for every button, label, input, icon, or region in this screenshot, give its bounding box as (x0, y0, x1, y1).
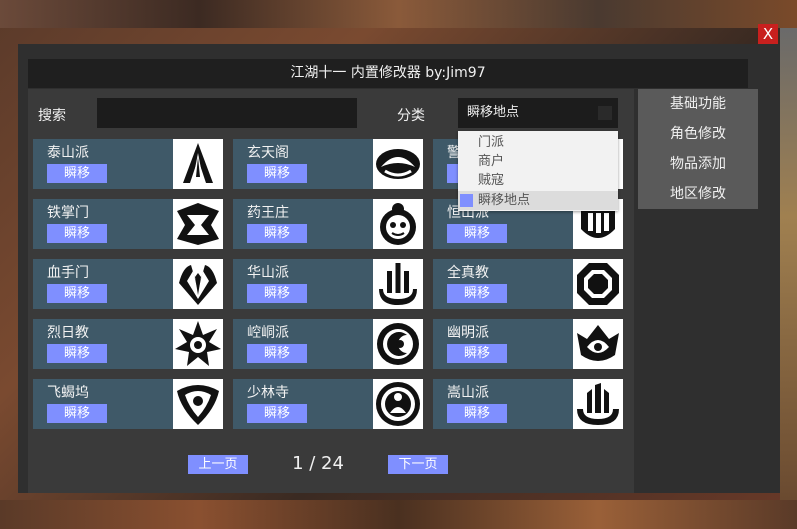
teleport-button[interactable]: 瞬移 (47, 344, 107, 363)
selected-check-icon (460, 194, 473, 207)
huashan-emblem-icon (373, 259, 423, 309)
teleport-button[interactable]: 瞬移 (447, 284, 507, 303)
teleport-button[interactable]: 瞬移 (247, 224, 307, 243)
location-card: 崆峒派 瞬移 (233, 319, 423, 369)
teleport-button[interactable]: 瞬移 (247, 404, 307, 423)
category-dropdown: 门派 商户 贼寇 瞬移地点 (458, 131, 618, 211)
dropdown-option-sect[interactable]: 门派 (458, 133, 618, 152)
location-card: 铁掌门 瞬移 (33, 199, 223, 249)
location-card: 华山派 瞬移 (233, 259, 423, 309)
location-card: 飞蝎坞 瞬移 (33, 379, 223, 429)
dropdown-option-teleport[interactable]: 瞬移地点 (458, 191, 618, 210)
window-title: 江湖十一 内置修改器 by:Jim97 (28, 59, 748, 88)
search-label: 搜索 (38, 108, 66, 124)
location-card: 玄天阁 瞬移 (233, 139, 423, 189)
songshan-emblem-icon (573, 379, 623, 429)
prev-page-button[interactable]: 上一页 (188, 455, 248, 474)
location-name: 泰山派 (47, 145, 89, 161)
dropdown-option-bandit[interactable]: 贼寇 (458, 171, 618, 190)
xueshou-emblem-icon (173, 259, 223, 309)
lieri-emblem-icon (173, 319, 223, 369)
sidebar-item-basic[interactable]: 基础功能 (638, 89, 758, 119)
youming-emblem-icon (573, 319, 623, 369)
tiezhang-emblem-icon (173, 199, 223, 249)
teleport-button[interactable]: 瞬移 (247, 344, 307, 363)
teleport-button[interactable]: 瞬移 (447, 404, 507, 423)
category-selected-value: 瞬移地点 (467, 105, 520, 120)
location-name: 华山派 (247, 265, 289, 281)
location-name: 飞蝎坞 (47, 385, 89, 401)
dropdown-arrow-icon[interactable] (598, 106, 612, 120)
category-label: 分类 (397, 108, 425, 124)
game-background-top (0, 0, 797, 28)
taishan-emblem-icon (173, 139, 223, 189)
location-name: 全真教 (447, 265, 489, 281)
location-card: 幽明派 瞬移 (433, 319, 623, 369)
search-input[interactable] (97, 98, 357, 128)
sidebar-item-character[interactable]: 角色修改 (638, 119, 758, 149)
location-name: 嵩山派 (447, 385, 489, 401)
xuantian-emblem-icon (373, 139, 423, 189)
quanzhen-emblem-icon (573, 259, 623, 309)
location-card: 药王庄 瞬移 (233, 199, 423, 249)
shaolin-emblem-icon (373, 379, 423, 429)
teleport-button[interactable]: 瞬移 (447, 224, 507, 243)
location-name: 崆峒派 (247, 325, 289, 341)
location-name: 烈日教 (47, 325, 89, 341)
page-indicator: 1 / 24 (292, 453, 344, 474)
teleport-button[interactable]: 瞬移 (47, 404, 107, 423)
teleport-button[interactable]: 瞬移 (247, 164, 307, 183)
location-card: 泰山派 瞬移 (33, 139, 223, 189)
teleport-button[interactable]: 瞬移 (447, 344, 507, 363)
location-name: 玄天阁 (247, 145, 289, 161)
close-button[interactable]: X (758, 24, 778, 44)
game-background-right (780, 28, 797, 500)
location-card: 嵩山派 瞬移 (433, 379, 623, 429)
teleport-button[interactable]: 瞬移 (247, 284, 307, 303)
teleport-button[interactable]: 瞬移 (47, 284, 107, 303)
location-card: 烈日教 瞬移 (33, 319, 223, 369)
location-name: 药王庄 (247, 205, 289, 221)
next-page-button[interactable]: 下一页 (388, 455, 448, 474)
location-name: 铁掌门 (47, 205, 89, 221)
feixie-emblem-icon (173, 379, 223, 429)
yaowang-emblem-icon (373, 199, 423, 249)
teleport-button[interactable]: 瞬移 (47, 164, 107, 183)
sidebar: 基础功能 角色修改 物品添加 地区修改 (638, 89, 758, 209)
location-name: 幽明派 (447, 325, 489, 341)
teleport-button[interactable]: 瞬移 (47, 224, 107, 243)
kongtong-emblem-icon (373, 319, 423, 369)
location-name: 少林寺 (247, 385, 289, 401)
sidebar-item-region[interactable]: 地区修改 (638, 179, 758, 209)
location-card: 少林寺 瞬移 (233, 379, 423, 429)
category-select[interactable]: 瞬移地点 (458, 98, 618, 128)
location-card: 全真教 瞬移 (433, 259, 623, 309)
dropdown-option-shop[interactable]: 商户 (458, 152, 618, 171)
sidebar-item-items[interactable]: 物品添加 (638, 149, 758, 179)
location-card: 血手门 瞬移 (33, 259, 223, 309)
location-name: 血手门 (47, 265, 89, 281)
game-background-bottom (0, 500, 797, 529)
